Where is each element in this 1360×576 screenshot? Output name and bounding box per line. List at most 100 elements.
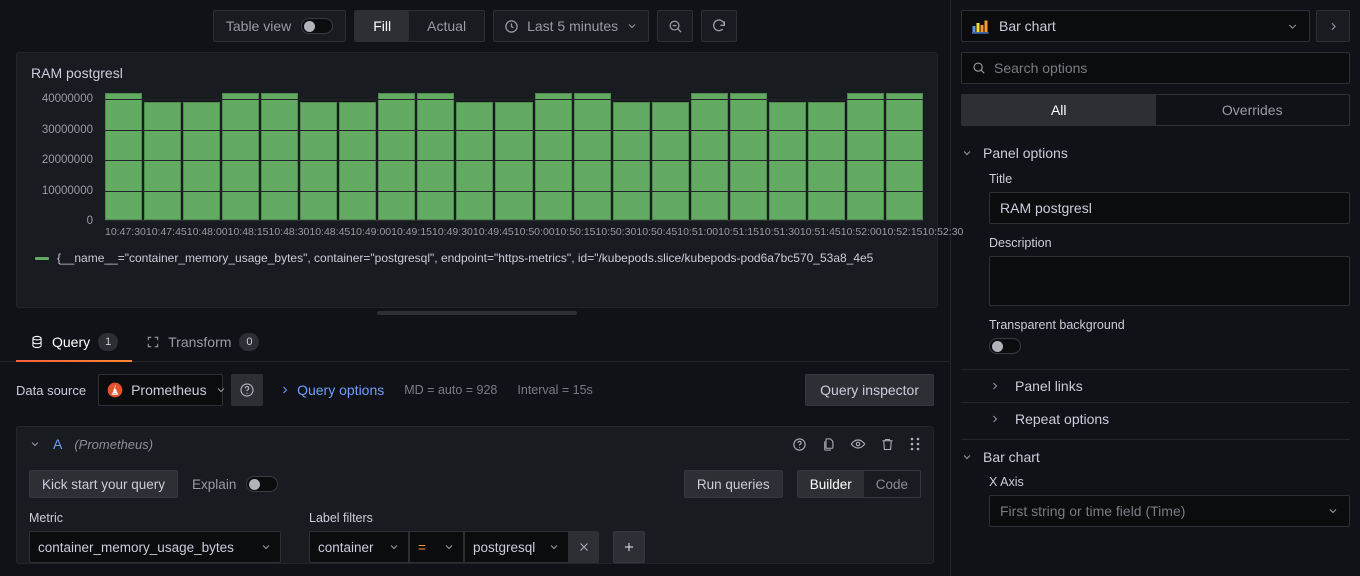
bar[interactable] — [378, 93, 415, 220]
query-row-header: A (Prometheus) — [17, 427, 933, 461]
bar[interactable] — [613, 102, 650, 220]
bar[interactable] — [652, 102, 689, 220]
panel-description-input[interactable] — [989, 256, 1350, 306]
copy-icon[interactable] — [821, 437, 836, 452]
collapse-options-pane-button[interactable] — [1316, 10, 1350, 42]
filter-value-select[interactable]: postgresql — [464, 531, 569, 563]
x-axis-tick: 10:47:45 — [146, 223, 187, 241]
refresh-button[interactable] — [701, 10, 737, 42]
bar[interactable] — [730, 93, 767, 220]
trash-icon[interactable] — [880, 437, 895, 452]
grafana-panel-editor: Table view Fill Actual Last 5 minutes — [0, 0, 1360, 576]
x-axis-select[interactable]: First string or time field (Time) — [989, 495, 1350, 527]
remove-filter-button[interactable] — [569, 531, 599, 563]
database-icon — [30, 335, 44, 349]
query-options-label: Query options — [297, 382, 384, 398]
y-axis-tick: 10000000 — [42, 185, 93, 197]
bar[interactable] — [105, 93, 142, 220]
chevron-down-icon — [961, 451, 973, 463]
panel-title-input[interactable]: RAM postgresl — [989, 192, 1350, 224]
data-source-row: Data source Prometheus — [0, 362, 950, 416]
zoom-out-button[interactable] — [657, 10, 693, 42]
run-queries-button[interactable]: Run queries — [684, 470, 783, 498]
repeat-options-section[interactable]: Repeat options — [961, 402, 1350, 435]
query-inspector-button[interactable]: Query inspector — [805, 374, 934, 406]
add-filter-button[interactable] — [613, 531, 645, 563]
eye-icon[interactable] — [850, 436, 866, 452]
drag-handle-icon[interactable] — [909, 436, 921, 452]
options-scroll-area: Panel options Title RAM postgresl Descri… — [951, 136, 1360, 576]
bar[interactable] — [183, 102, 220, 220]
bar[interactable] — [300, 102, 337, 220]
panel-resize-handle[interactable] — [377, 311, 577, 315]
top-toolbar: Table view Fill Actual Last 5 minutes — [0, 0, 950, 52]
chevron-down-icon — [626, 20, 638, 32]
visualization-name: Bar chart — [999, 18, 1056, 34]
bar[interactable] — [144, 102, 181, 220]
panel-options-title: Panel options — [983, 145, 1068, 161]
chart-legend[interactable]: {__name__="container_memory_usage_bytes"… — [35, 251, 919, 265]
filter-key-select[interactable]: container — [309, 531, 409, 563]
bar[interactable] — [495, 102, 532, 220]
bar[interactable] — [339, 102, 376, 220]
x-axis-tick: 10:51:00 — [677, 223, 718, 241]
bar-series-container — [105, 87, 923, 221]
bar[interactable] — [808, 102, 845, 220]
chevron-right-icon — [279, 384, 291, 396]
repeat-options-label: Repeat options — [1015, 411, 1109, 427]
explain-switch[interactable] — [246, 476, 278, 492]
code-mode-button[interactable]: Code — [864, 471, 920, 497]
filter-operator-select[interactable]: = — [409, 531, 464, 563]
bottom-pane-tabs: Query 1 Transform 0 — [0, 322, 950, 362]
table-view-toggle[interactable]: Table view — [213, 10, 346, 42]
bar[interactable] — [222, 93, 259, 220]
legend-color-swatch — [35, 257, 49, 260]
data-source-help-button[interactable] — [231, 374, 263, 406]
bar[interactable] — [535, 93, 572, 220]
bar[interactable] — [417, 93, 454, 220]
y-axis: 400000003000000020000000100000000 — [27, 87, 99, 221]
query-row-actions — [792, 436, 921, 452]
time-range-picker[interactable]: Last 5 minutes — [493, 10, 649, 42]
bar-chart-section-header[interactable]: Bar chart — [961, 439, 1350, 473]
bar[interactable] — [769, 102, 806, 220]
filter-value: postgresql — [473, 540, 535, 555]
help-circle-icon[interactable] — [792, 437, 807, 452]
visualization-panel[interactable]: RAM postgresl 40000000300000002000000010… — [16, 52, 938, 308]
chevron-down-icon — [443, 541, 455, 553]
transform-icon — [146, 335, 160, 349]
query-ref-id[interactable]: A — [53, 436, 62, 452]
panel-links-section[interactable]: Panel links — [961, 369, 1350, 402]
label-filters-label: Label filters — [309, 511, 645, 525]
bar[interactable] — [886, 93, 923, 220]
chevron-down-icon[interactable] — [29, 438, 41, 450]
query-datasource-note: (Prometheus) — [74, 437, 153, 452]
kick-start-query-button[interactable]: Kick start your query — [29, 470, 178, 498]
x-axis-tick: 10:52:00 — [841, 223, 882, 241]
table-view-switch[interactable] — [301, 18, 333, 34]
tab-transform-badge: 0 — [239, 333, 259, 351]
builder-mode-button[interactable]: Builder — [798, 471, 864, 497]
panel-options-section-header[interactable]: Panel options — [961, 136, 1350, 170]
tab-transform[interactable]: Transform 0 — [132, 323, 273, 361]
query-options-group[interactable]: Query options MD = auto = 928 Interval =… — [279, 382, 593, 398]
bar[interactable] — [261, 93, 298, 220]
data-source-select[interactable]: Prometheus — [98, 374, 223, 406]
tab-all[interactable]: All — [962, 95, 1156, 125]
bar[interactable] — [847, 93, 884, 220]
search-options-input[interactable]: Search options — [961, 52, 1350, 84]
fill-button[interactable]: Fill — [355, 11, 409, 41]
metric-select[interactable]: container_memory_usage_bytes — [29, 531, 281, 563]
actual-button[interactable]: Actual — [409, 11, 484, 41]
tab-query[interactable]: Query 1 — [16, 323, 132, 361]
bar[interactable] — [456, 102, 493, 220]
bar[interactable] — [691, 93, 728, 220]
query-builder-toolbar: Kick start your query Explain Run querie… — [29, 467, 921, 501]
tab-overrides[interactable]: Overrides — [1156, 95, 1350, 125]
transparent-background-switch[interactable] — [989, 338, 1021, 354]
explain-toggle[interactable]: Explain — [192, 476, 278, 492]
editor-left-column: Table view Fill Actual Last 5 minutes — [0, 0, 950, 576]
bar[interactable] — [574, 93, 611, 220]
visualization-picker[interactable]: Bar chart — [961, 10, 1310, 42]
query-builder-fields: Metric container_memory_usage_bytes Labe… — [29, 501, 921, 563]
